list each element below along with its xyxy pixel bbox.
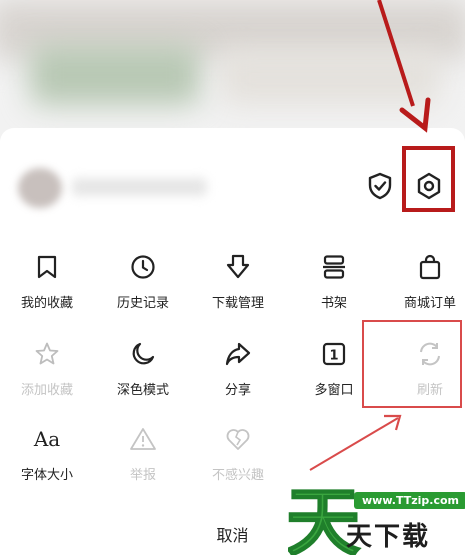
watermark-logo: 天 www.TTzip.com 天下载 [288,478,465,555]
annotation-arrows [309,0,431,471]
watermark-url: www.TTzip.com [354,492,465,509]
watermark-text: 天下载 [346,522,431,552]
arrow-down-icon [377,0,431,133]
arrow-up-icon [309,414,402,471]
